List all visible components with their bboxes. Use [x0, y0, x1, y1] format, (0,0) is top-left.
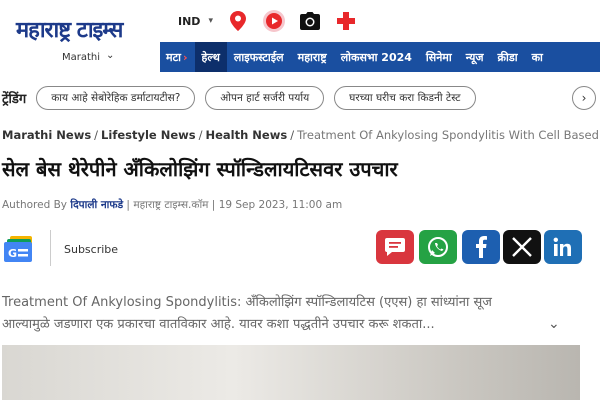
nav-item-maharashtra[interactable]: महाराष्ट्र — [291, 42, 334, 72]
nav-item-news[interactable]: न्यूज — [459, 42, 491, 72]
location-pin-icon[interactable] — [227, 10, 249, 32]
nav-item-sports[interactable]: क्रीडा — [491, 42, 525, 72]
nav-item-lifestyle[interactable]: लाइफस्टाईल — [227, 42, 291, 72]
nav-item-health[interactable]: हेल्थ — [194, 42, 227, 72]
breadcrumb: Marathi News / Lifestyle News / Health News /… — [2, 128, 600, 142]
author-link[interactable]: दिपाली नाफडे — [70, 199, 123, 211]
trending-pill[interactable]: घरच्या घरीच करा किडनी टेस्ट — [334, 86, 476, 110]
trending-bar: ट्रेंडिंग काय आहे सेबोरेहिक डर्माटायटीस?… — [0, 80, 600, 116]
trending-pill[interactable]: काय आहे सेबोरेहिक डर्माटायटीस? — [36, 86, 196, 110]
publish-date: 19 Sep 2023, 11:00 am — [218, 199, 343, 211]
breadcrumb-link[interactable]: Lifestyle News — [101, 128, 196, 142]
facebook-share-button[interactable] — [462, 230, 500, 264]
health-cross-icon[interactable] — [335, 10, 357, 32]
breadcrumb-link[interactable]: Marathi News — [2, 128, 91, 142]
comment-share-button[interactable] — [376, 230, 414, 264]
article-summary: Treatment Of Ankylosing Spondylitis: अँक… — [2, 295, 492, 332]
article-title: सेल बेस थेरेपीने अँकिलोझिंग स्पॉन्डिलायट… — [2, 157, 398, 181]
breadcrumb-current: Treatment Of Ankylosing Spondylitis With… — [297, 128, 600, 142]
chevron-down-icon[interactable]: ⌄ — [106, 50, 114, 61]
nav-item-cinema[interactable]: सिनेमा — [419, 42, 459, 72]
chevron-down-icon[interactable]: ▾ — [208, 16, 213, 26]
google-news-icon[interactable]: G — [4, 236, 36, 262]
fade-overlay — [532, 80, 572, 116]
byline: Authored By दिपाली नाफडे | महाराष्ट्र टा… — [2, 199, 343, 211]
nav-item-loksabha[interactable]: लोकसभा 2024 — [334, 42, 419, 72]
whatsapp-share-button[interactable] — [419, 230, 457, 264]
main-nav: मटा › हेल्थ लाइफस्टाईल महाराष्ट्र लोकसभा… — [160, 42, 600, 72]
camera-icon[interactable] — [299, 10, 321, 32]
site-logo[interactable]: महाराष्ट्र टाइम्स — [16, 14, 123, 44]
nav-item-more[interactable]: का — [525, 42, 550, 72]
chevron-down-icon[interactable]: ⌄ — [548, 316, 560, 332]
subscribe-link[interactable]: Subscribe — [64, 243, 118, 256]
region-selector[interactable]: IND — [178, 15, 200, 28]
divider — [50, 230, 51, 266]
trending-label: ट्रेंडिंग — [2, 92, 27, 107]
breadcrumb-link[interactable]: Health News — [205, 128, 287, 142]
language-selector[interactable]: Marathi — [62, 52, 100, 63]
x-share-button[interactable] — [503, 230, 541, 264]
trending-pill[interactable]: ओपन हार्ट सर्जरी पर्याय — [205, 86, 325, 110]
logo-area: महाराष्ट्र टाइम्स Marathi ⌄ — [0, 0, 160, 72]
chevron-right-icon[interactable]: › — [572, 86, 596, 110]
play-video-icon[interactable] — [262, 10, 285, 32]
article-hero-image — [2, 345, 580, 400]
header-toolbar: IND ▾ — [170, 0, 600, 42]
svg-text:G: G — [8, 247, 17, 260]
chevron-right-icon: › — [182, 50, 188, 64]
linkedin-share-button[interactable] — [544, 230, 582, 264]
nav-item-home[interactable]: मटा › — [160, 42, 195, 72]
publisher: महाराष्ट्र टाइम्स.कॉम — [133, 199, 209, 211]
